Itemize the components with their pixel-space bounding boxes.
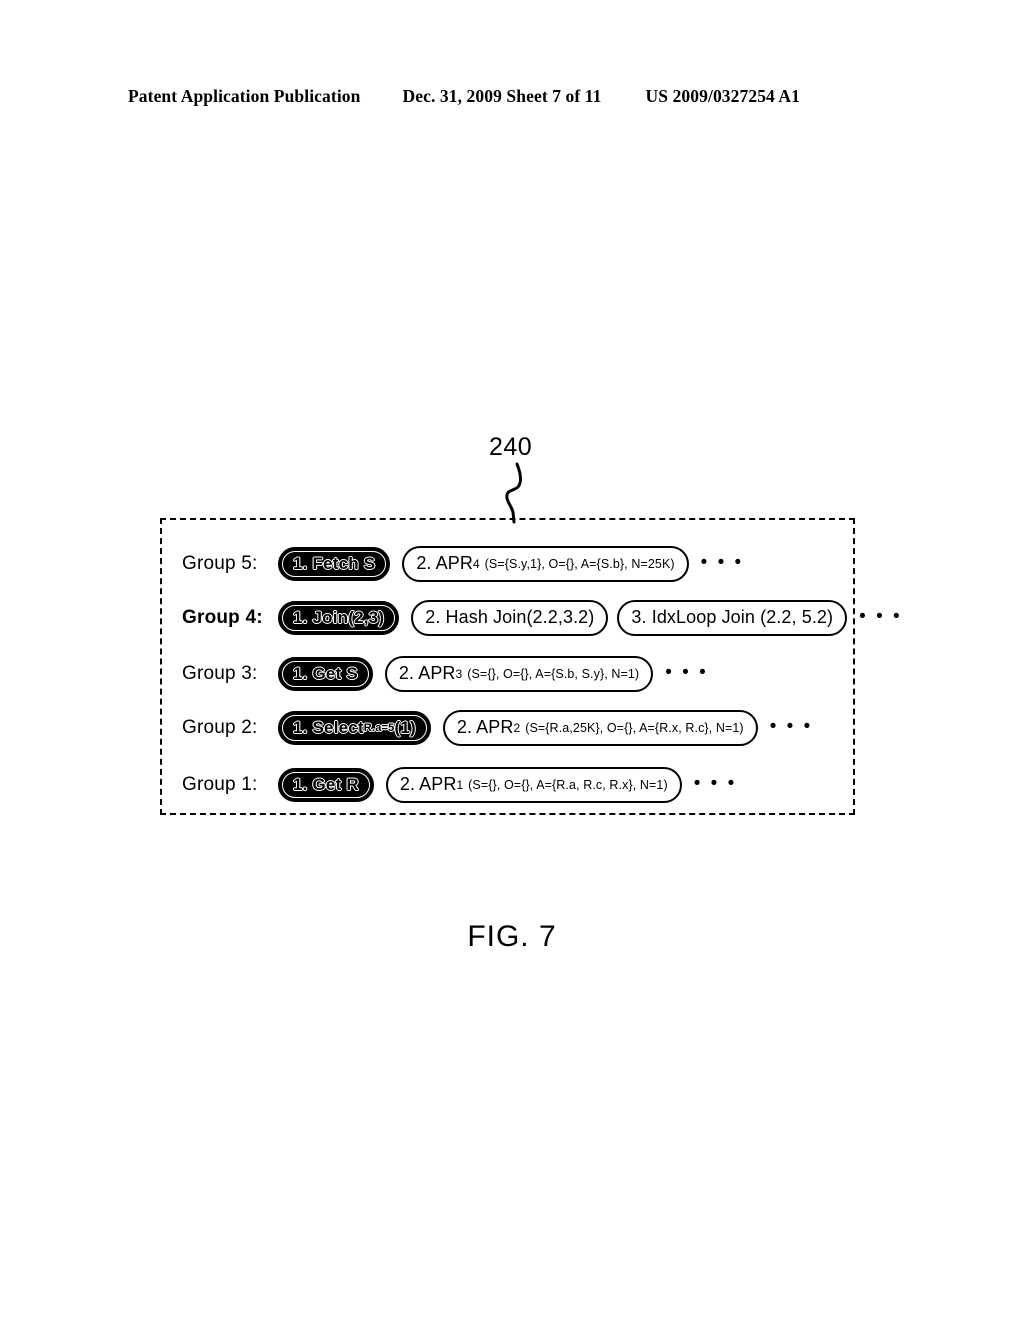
group-5-winner-expression-text: 1. Fetch S (293, 553, 376, 573)
group-3-apr-arguments: (S={}, O={}, A={S.b, S.y}, N=1) (467, 666, 640, 681)
group-1-winner-expression-pill[interactable]: 1. Get R (278, 768, 374, 802)
group-3-apr-pill[interactable]: 2. APR 3 (S={}, O={}, A={S.b, S.y}, N=1) (384, 656, 654, 692)
group-5-apr-pill[interactable]: 2. APR 4 (S={S.y,1}, O={}, A={S.b}, N=25K) (402, 546, 689, 582)
group-1-ellipsis: • • • (693, 772, 737, 794)
group-row-2: Group 2: 1. Select R.a=5 (1) 2. APR 2 (S={R.… (182, 706, 847, 750)
group-rows: Group 5: 1. Fetch S 2. APR 4 (S={S.y,1}, O… (162, 520, 900, 813)
group-2-winner-expression-pill[interactable]: 1. Select R.a=5 (1) (278, 711, 431, 745)
figure-reference-number: 240 (489, 433, 533, 461)
group-1-apr-arguments: (S={}, O={}, A={R.a, R.c, R.x}, N=1) (468, 777, 668, 792)
group-1-apr-subscript: 1 (456, 777, 464, 792)
group-4-hash-join-text: 2. Hash Join(2.2,3.2) (425, 607, 595, 627)
group-3-winner-expression-text: 1. Get S (293, 663, 358, 683)
patent-running-header: Patent Application Publication Dec. 31, … (128, 86, 896, 107)
publication-date-sheet-label: Dec. 31, 2009 Sheet 7 of 11 (402, 86, 602, 106)
group-3-apr-main-text: 2. APR (398, 663, 456, 683)
group-2-winner-expression-text: 1. Select (293, 717, 364, 737)
group-2-ellipsis: • • • (769, 715, 813, 737)
group-3-winner-expression-pill[interactable]: 1. Get S (278, 657, 373, 691)
group-5-ellipsis: • • • (700, 551, 744, 573)
memo-group-container: Group 5: 1. Fetch S 2. APR 4 (S={S.y,1}, O… (160, 518, 900, 815)
group-1-apr-pill[interactable]: 2. APR 1 (S={}, O={}, A={R.a, R.c, R.x}, N… (385, 767, 682, 803)
group-2-apr-arguments: (S={R.a,25K}, O={}, A={R.x, R.c}, N=1) (525, 720, 744, 735)
group-5-apr-arguments: (S={S.y,1}, O={}, A={S.b}, N=25K) (484, 556, 675, 571)
group-2-select-operand: (1) (394, 717, 416, 737)
group-2-apr-subscript: 2 (513, 720, 521, 735)
group-5-apr-main-text: 2. APR (416, 553, 473, 573)
group-label-1: Group 1: (182, 774, 258, 795)
group-label-4: Group 4: (182, 607, 263, 628)
group-2-apr-main-text: 2. APR (456, 717, 514, 737)
group-3-ellipsis: • • • (665, 661, 709, 683)
group-5-winner-expression-pill[interactable]: 1. Fetch S (278, 547, 391, 581)
group-1-winner-expression-text: 1. Get R (293, 774, 359, 794)
group-4-winner-expression-pill[interactable]: 1. Join(2,3) (278, 601, 400, 635)
leader-line (505, 462, 522, 524)
group-label-5: Group 5: (182, 553, 258, 574)
publication-type-label: Patent Application Publication (128, 86, 361, 106)
group-2-apr-pill[interactable]: 2. APR 2 (S={R.a,25K}, O={}, A={R.x, R.c},… (442, 710, 758, 746)
group-4-winner-expression-text: 1. Join(2,3) (293, 607, 385, 627)
group-4-idxloop-join-pill[interactable]: 3. IdxLoop Join (2.2, 5.2) (617, 600, 848, 636)
group-1-apr-main-text: 2. APR (399, 774, 457, 794)
group-label-2: Group 2: (182, 717, 258, 738)
publication-number-label: US 2009/0327254 A1 (645, 86, 800, 106)
group-4-hash-join-pill[interactable]: 2. Hash Join(2.2,3.2) (411, 600, 609, 636)
group-row-1: Group 1: 1. Get R 2. APR 1 (S={}, O={}, A=… (182, 763, 847, 807)
group-4-ellipsis: • • • (859, 605, 903, 627)
group-5-apr-subscript: 4 (472, 556, 480, 571)
group-row-3: Group 3: 1. Get S 2. APR 3 (S={}, O={}, A=… (182, 652, 847, 696)
group-2-select-predicate-subscript: R.a=5 (363, 721, 395, 734)
group-3-apr-subscript: 3 (455, 666, 463, 681)
group-row-4: Group 4: 1. Join(2,3) 2. Hash Join(2.2,3… (182, 596, 900, 640)
group-4-idxloop-join-text: 3. IdxLoop Join (2.2, 5.2) (631, 607, 834, 627)
group-row-5: Group 5: 1. Fetch S 2. APR 4 (S={S.y,1}, O… (182, 542, 847, 586)
figure-caption: FIG. 7 (467, 920, 557, 953)
group-label-3: Group 3: (182, 663, 258, 684)
